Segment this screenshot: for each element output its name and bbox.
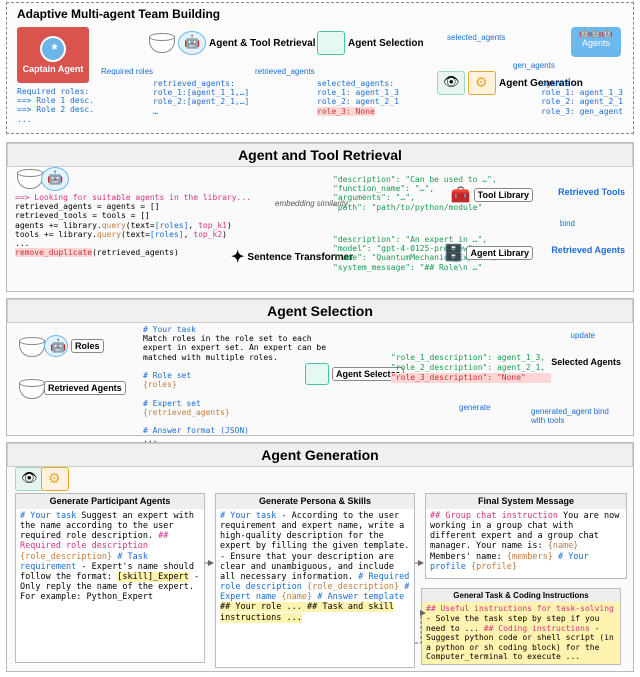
gen-gear-icon: [41, 467, 69, 491]
general-body: ## Useful instructions for task-solving …: [426, 604, 616, 662]
selector-screen-icon: [305, 363, 329, 385]
arrow-selected-agents: selected_agents: [447, 33, 505, 42]
roles-label: Roles: [71, 339, 104, 353]
retrieved-agents-pill: Retrieved Agents: [17, 377, 126, 399]
selected-none-text: role_3: None: [317, 107, 375, 116]
diagram-root: Adaptive Multi-agent Team Building Capta…: [0, 0, 640, 677]
retrieval-code: ==> Looking for suitable agents in the l…: [15, 193, 251, 257]
gen-bind-label: generated_agent bind with tools: [531, 407, 621, 425]
agent-selector: Agent Selector: [305, 363, 404, 385]
retrieval-title: Agent and Tool Retrieval: [7, 143, 633, 167]
eye-icon: [437, 71, 465, 95]
sel-json-3: "role_3_description": "None": [391, 373, 551, 383]
ra-db-icon: [17, 377, 41, 399]
required-roles-code: Required roles: ==> Role 1 desc. ==> Rol…: [17, 87, 94, 124]
captain-agent-card: Captain Agent: [17, 27, 89, 83]
arrow-required-roles: Required roles: [101, 67, 153, 76]
roles-bot-icon: [44, 335, 68, 357]
generate-label: generate: [459, 403, 491, 412]
retrieved-tools-label: Retrieved Tools: [558, 187, 625, 197]
server-icon: 🗄️: [444, 243, 464, 263]
card1-body: # Your task Suggest an expert with the n…: [20, 511, 200, 603]
card-participant-agents: Generate Participant Agents # Your task …: [15, 493, 205, 663]
general-title: General Task & Coding Instructions: [422, 589, 620, 603]
card-persona-skills: Generate Persona & Skills # Your task - …: [215, 493, 415, 668]
bind-label: bind: [560, 219, 575, 228]
selected-agents-out: Selected Agents: [551, 357, 621, 367]
roles-db-icon: [17, 335, 41, 357]
tool-library-label: Tool Library: [474, 188, 533, 202]
sel-json-1: "role_1_description": agent_1_3,: [391, 353, 551, 363]
card-general-instructions: General Task & Coding Instructions ## Us…: [421, 588, 621, 665]
card1-title: Generate Participant Agents: [16, 494, 204, 509]
agent-library: 🗄️ Agent Library: [444, 243, 533, 263]
panel-title: Adaptive Multi-agent Team Building: [17, 7, 220, 21]
selected-agents-text: selected_agents: role_1: agent_1_3 role_…: [317, 79, 399, 106]
selected-agents-code: selected_agents: role_1: agent_1_3 role_…: [317, 79, 399, 116]
vector-icon: ✦: [231, 247, 244, 267]
captain-icon: [40, 36, 66, 62]
agents-chip: Agents: [571, 27, 621, 57]
bot-icon: [178, 31, 206, 55]
gear-icon: [468, 71, 496, 95]
selection-panel: Agent Selection Roles Retrieved Agents #…: [6, 298, 634, 436]
stage-retrieval: Agent & Tool Retrieval: [147, 31, 316, 55]
gen-eye-icon: [15, 467, 43, 491]
generation-title: Agent Generation: [7, 443, 633, 467]
update-label: update: [571, 331, 595, 340]
card3-title: Final System Message: [426, 494, 626, 509]
card2-body: # Your task - According to the user requ…: [220, 511, 410, 623]
stage-selection-label: Agent Selection: [348, 38, 424, 49]
generation-panel: Agent Generation Generate Participant Ag…: [6, 442, 634, 672]
agents-output-code: agents: role_1: agent_1_3 role_2: agent_…: [541, 79, 623, 116]
screen-icon: [317, 31, 345, 55]
selected-json: "role_1_description": agent_1_3, "role_2…: [391, 353, 551, 383]
retrieved-agents-label: Retrieved Agents: [551, 245, 625, 255]
agents-chip-label: Agents: [582, 38, 610, 48]
tool-library: 🧰 Tool Library: [451, 185, 533, 205]
retrieval-panel: Agent and Tool Retrieval ==> Looking for…: [6, 142, 634, 292]
card3-body: ## Group chat instruction You are now wo…: [430, 511, 622, 572]
selection-title: Agent Selection: [7, 299, 633, 323]
roles-pill: Roles: [17, 335, 104, 357]
database-icon: [147, 31, 175, 55]
agent-library-label: Agent Library: [466, 246, 533, 260]
card-final-system-message: Final System Message ## Group chat instr…: [425, 493, 627, 579]
retrieval-bot-icon: [41, 167, 69, 191]
stage-selection: Agent Selection: [317, 31, 424, 55]
selection-prompt: # Your task Match roles in the role set …: [143, 325, 326, 444]
captain-label: Captain Agent: [23, 64, 84, 74]
toolbox-icon: 🧰: [451, 185, 471, 205]
retrieved-agents-pill-label: Retrieved Agents: [44, 381, 126, 395]
arrow-retrieved-agents: retrieved_agents: [255, 67, 315, 76]
retrieved-agents-code: retrieved_agents: role_1:[agent_1_1,…] r…: [153, 79, 249, 116]
sel-json-2: "role_2_description": agent_2_1,: [391, 363, 551, 373]
stage-retrieval-label: Agent & Tool Retrieval: [209, 38, 316, 49]
db-icon: [15, 167, 43, 191]
adaptive-team-building-panel: Adaptive Multi-agent Team Building Capta…: [6, 2, 634, 134]
card2-title: Generate Persona & Skills: [216, 494, 414, 509]
retrieved-agents-text: retrieved_agents: role_1:[agent_1_1,…] r…: [153, 79, 249, 116]
arrow-gen-agents: gen_agents: [513, 61, 555, 70]
